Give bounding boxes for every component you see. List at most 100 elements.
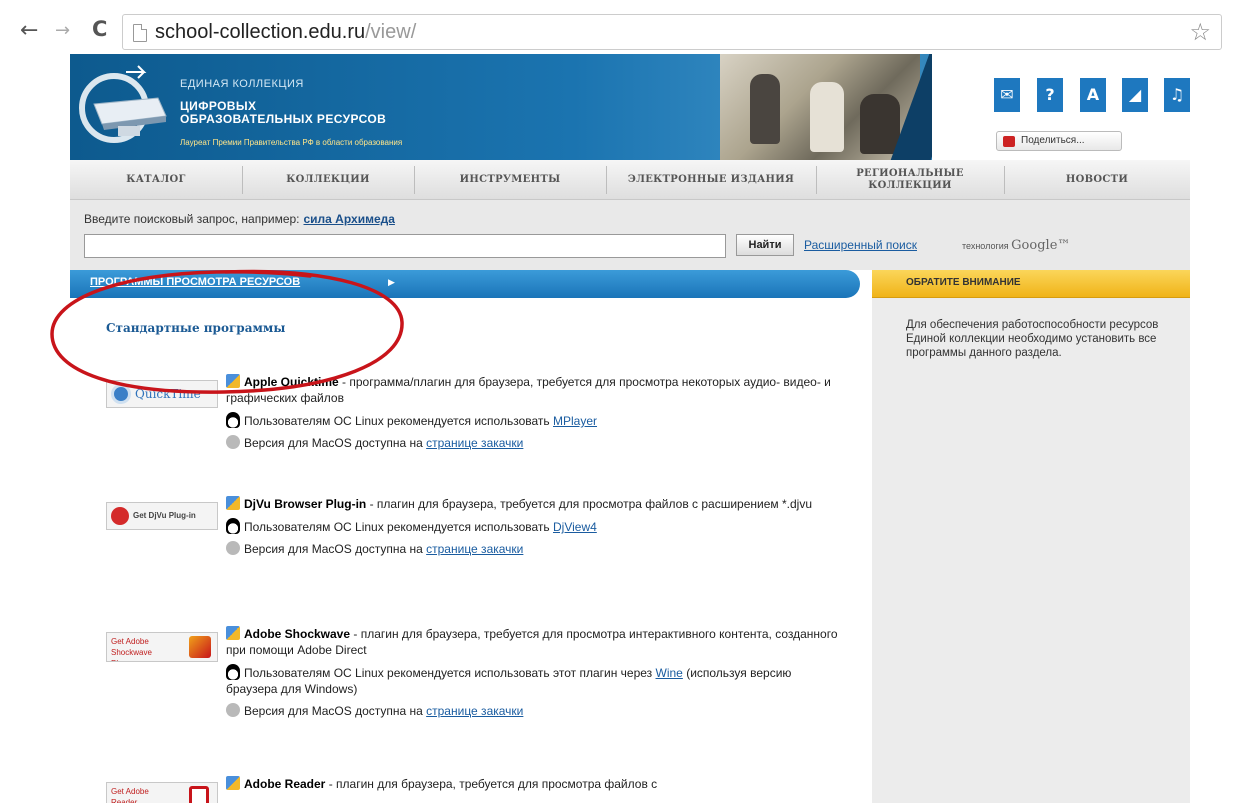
plugin-title: Apple Quicktime [244, 375, 339, 389]
address-text: school-collection.edu.ru/view/ [155, 21, 416, 44]
adobe-reader-logo[interactable]: Get Adobe Reader [106, 782, 218, 803]
mac-note-text: Версия для MacOS доступна на [244, 542, 427, 556]
mac-download-link[interactable]: странице закачки [426, 704, 523, 718]
plugin-title: DjVu Browser Plug-in [244, 497, 367, 511]
site-banner: ЕДИНАЯ КОЛЛЕКЦИЯ ЦИФРОВЫХ ОБРАЗОВАТЕЛЬНЫ… [70, 54, 1190, 160]
notice-title: ОБРАТИТЕ ВНИМАНИЕ [906, 277, 1021, 288]
notice-sidebar: ОБРАТИТЕ ВНИМАНИЕ Для обеспечения работо… [872, 270, 1190, 803]
search-input[interactable] [84, 234, 726, 258]
djview-link[interactable]: DjView4 [553, 520, 597, 534]
shockwave-logo[interactable]: Get Adobe Shockwave Player [106, 632, 218, 662]
notice-header: ОБРАТИТЕ ВНИМАНИЕ [872, 270, 1190, 298]
google-credit-label: технология [962, 241, 1009, 251]
section-title-link[interactable]: ПРОГРАММЫ ПРОСМОТРА РЕСУРСОВ [90, 276, 300, 288]
mac-note: Версия для MacOS доступна на странице за… [226, 435, 846, 451]
apple-icon [226, 435, 240, 449]
search-button[interactable]: Найти [736, 234, 794, 256]
djvu-logo[interactable]: Get DjVu Plug-in [106, 502, 218, 530]
stats-icon[interactable]: ◢ [1122, 78, 1148, 112]
mail-icon-glyph: ✉ [1000, 85, 1014, 104]
linux-icon [226, 412, 240, 428]
users-icon[interactable]: ♫ [1164, 78, 1190, 112]
linux-note: Пользователям ОС Linux рекомендуется исп… [226, 518, 846, 535]
photo-figure [860, 94, 900, 154]
mail-icon[interactable]: ✉ [994, 78, 1020, 112]
help-icon[interactable]: ? [1037, 78, 1063, 112]
notice-text: Для обеспечения работоспособности ресурс… [906, 319, 1159, 359]
mac-download-link[interactable]: странице закачки [426, 436, 523, 450]
mac-note: Версия для MacOS доступна на странице за… [226, 541, 846, 557]
plugin-icon [226, 374, 240, 388]
linux-note-text: Пользователям ОС Linux рекомендуется исп… [244, 520, 553, 534]
plugin-description: DjVu Browser Plug-in - плагин для браузе… [226, 496, 846, 557]
search-panel: Введите поисковый запрос, например: сила … [70, 200, 1190, 270]
reload-icon[interactable]: C [92, 17, 107, 41]
standard-programs-heading: Стандартные программы [106, 321, 286, 335]
logo-icon[interactable] [74, 64, 170, 148]
menu-item-e-publications[interactable]: ЭЛЕКТРОННЫЕ ИЗДАНИЯ [606, 160, 816, 200]
quicktime-logo-icon [111, 384, 131, 404]
plugin-description: Adobe Shockwave - плагин для браузера, т… [226, 626, 846, 719]
back-icon[interactable]: ← [20, 18, 38, 43]
section-arrow-icon: ▶ [388, 277, 395, 287]
page-icon [133, 24, 147, 42]
url-path: /view/ [365, 21, 417, 43]
search-hint-text: Введите поисковый запрос, например: [84, 212, 300, 226]
google-credit: технология Google™ [962, 238, 1070, 253]
plugin-summary: Adobe Shockwave - плагин для браузера, т… [226, 626, 846, 658]
mac-note-text: Версия для MacOS доступна на [244, 436, 427, 450]
apple-icon [226, 541, 240, 555]
quicktime-logo[interactable]: QuickTime [106, 380, 218, 408]
forward-icon[interactable]: → [55, 20, 70, 41]
logo-title-line2b: ОБРАЗОВАТЕЛЬНЫХ РЕСУРСОВ [180, 112, 387, 126]
bookmark-star-icon[interactable]: ☆ [1189, 18, 1211, 46]
advanced-search-link[interactable]: Расширенный поиск [804, 238, 917, 252]
share-label: Поделиться... [1021, 135, 1085, 146]
shockwave-logo-text: Get Adobe Shockwave Player [111, 637, 152, 661]
banner-photo [720, 54, 920, 160]
share-button[interactable]: Поделиться... [996, 131, 1122, 151]
stats-icon-glyph: ◢ [1128, 85, 1142, 104]
font-size-icon-glyph: A [1086, 85, 1100, 104]
search-example-link[interactable]: сила Архимеда [304, 212, 395, 226]
menu-item-regional[interactable]: РЕГИОНАЛЬНЫЕ КОЛЛЕКЦИИ [816, 160, 1004, 200]
mac-download-link[interactable]: странице закачки [426, 542, 523, 556]
linux-note-text: Пользователям ОС Linux рекомендуется исп… [244, 414, 553, 428]
photo-figure [810, 82, 844, 152]
plugin-desc: - плагин для браузера, требуется для про… [325, 777, 658, 791]
adobe-reader-logo-text: Get Adobe Reader [111, 787, 149, 803]
plugin-description: Adobe Reader - плагин для браузера, треб… [226, 776, 846, 792]
djvu-logo-text: Get DjVu Plug-in [133, 511, 196, 520]
google-logo: Google™ [1011, 238, 1071, 253]
plugin-icon [226, 776, 240, 790]
menu-item-collections[interactable]: КОЛЛЕКЦИИ [242, 160, 414, 200]
url-host: school-collection.edu.ru [155, 21, 366, 43]
users-icon-glyph: ♫ [1169, 85, 1185, 104]
font-size-icon[interactable]: A [1080, 78, 1106, 112]
plugin-title: Adobe Reader [244, 777, 326, 791]
share-icon [1003, 136, 1015, 147]
photo-figure [750, 74, 780, 144]
wine-link[interactable]: Wine [656, 666, 683, 680]
mplayer-link[interactable]: MPlayer [553, 414, 597, 428]
plugin-summary: Apple Quicktime - программа/плагин для б… [226, 374, 846, 406]
main-menu: КАТАЛОГ КОЛЛЕКЦИИ ИНСТРУМЕНТЫ ЭЛЕКТРОННЫ… [70, 160, 1190, 200]
menu-item-tools[interactable]: ИНСТРУМЕНТЫ [414, 160, 606, 200]
plugin-title: Adobe Shockwave [244, 627, 351, 641]
address-bar[interactable]: school-collection.edu.ru/view/ ☆ [122, 14, 1222, 50]
logo-title-line1: ЕДИНАЯ КОЛЛЕКЦИЯ [180, 78, 304, 90]
quicktime-logo-text: QuickTime [135, 387, 201, 401]
plugin-summary: DjVu Browser Plug-in - плагин для браузе… [226, 496, 846, 512]
mac-note-text: Версия для MacOS доступна на [244, 704, 427, 718]
plugin-icon [226, 626, 240, 640]
linux-icon [226, 664, 240, 680]
linux-note-text: Пользователям ОС Linux рекомендуется исп… [244, 666, 656, 680]
linux-icon [226, 518, 240, 534]
menu-item-catalog[interactable]: КАТАЛОГ [70, 160, 242, 200]
mac-note: Версия для MacOS доступна на странице за… [226, 703, 846, 719]
shockwave-logo-icon [189, 636, 211, 658]
search-hint: Введите поисковый запрос, например: сила … [84, 212, 395, 226]
plugin-description: Apple Quicktime - программа/плагин для б… [226, 374, 846, 451]
logo-title-line2: ЦИФРОВЫХ ОБРАЗОВАТЕЛЬНЫХ РЕСУРСОВ [180, 100, 386, 126]
menu-item-news[interactable]: НОВОСТИ [1004, 160, 1190, 200]
